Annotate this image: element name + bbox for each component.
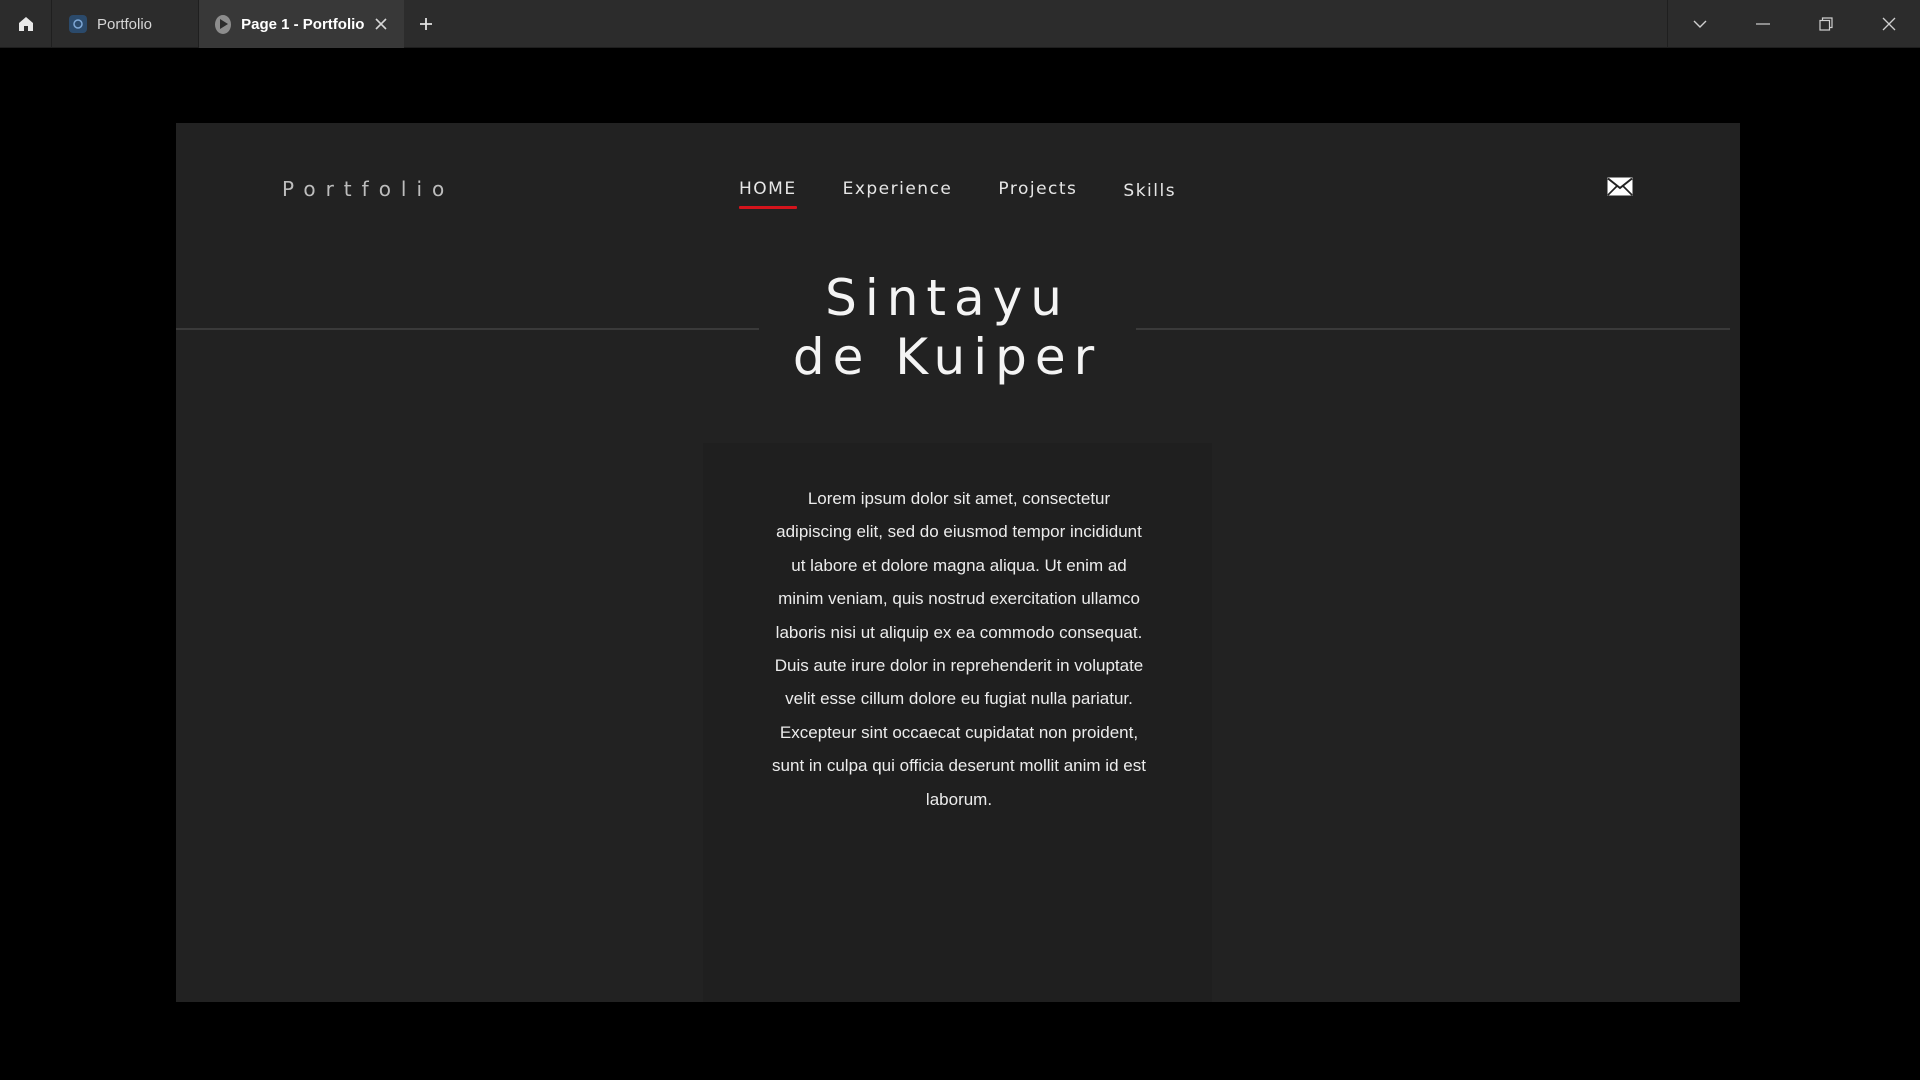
hero-name-line-1: Sintayu: [825, 269, 1070, 327]
nav-projects[interactable]: Projects: [998, 179, 1077, 207]
close-window-button[interactable]: [1857, 0, 1920, 48]
new-tab-button[interactable]: [404, 0, 448, 48]
tab-label: Portfolio: [97, 15, 153, 33]
title-bar-spacer: [448, 0, 1667, 47]
mail-icon: [1607, 177, 1633, 196]
brand-logo[interactable]: Portfolio: [282, 177, 454, 201]
home-icon: [18, 17, 33, 31]
home-button[interactable]: [0, 0, 52, 48]
play-icon: [215, 14, 232, 34]
nav-experience[interactable]: Experience: [843, 179, 953, 207]
tab-page-1-portfolio[interactable]: Page 1 - Portfolio: [199, 0, 404, 48]
file-icon: [69, 15, 87, 33]
intro-text: Lorem ipsum dolor sit amet, consectetur …: [772, 489, 1146, 809]
title-bar: Portfolio Page 1 - Portfolio: [0, 0, 1920, 48]
hero-name-line-2: de Kuiper: [792, 328, 1103, 386]
close-icon: [375, 18, 387, 30]
restore-button[interactable]: [1794, 0, 1857, 48]
plus-icon: [420, 18, 432, 30]
divider-right: [1136, 328, 1730, 330]
chevron-down-icon: [1693, 20, 1706, 28]
intro-card: Lorem ipsum dolor sit amet, consectetur …: [703, 443, 1212, 1002]
restore-icon: [1818, 17, 1833, 31]
tab-label: Page 1 - Portfolio: [241, 15, 365, 33]
tab-portfolio[interactable]: Portfolio: [52, 0, 199, 48]
close-icon: [1882, 17, 1895, 31]
hero-name: Sintayu de Kuiper: [759, 269, 1136, 387]
minimize-button[interactable]: [1731, 0, 1794, 48]
mail-button[interactable]: [1607, 177, 1633, 196]
divider-left: [176, 328, 759, 330]
main-nav: HOME Experience Projects Skills: [739, 179, 1222, 209]
minimize-icon: [1755, 23, 1770, 25]
nav-skills[interactable]: Skills: [1123, 181, 1176, 207]
nav-home[interactable]: HOME: [739, 179, 797, 209]
window-controls: [1667, 0, 1920, 48]
close-tab-button[interactable]: [374, 16, 388, 32]
tabs-dropdown-button[interactable]: [1668, 0, 1731, 48]
portfolio-page: Portfolio HOME Experience Projects Skill…: [176, 123, 1740, 1002]
